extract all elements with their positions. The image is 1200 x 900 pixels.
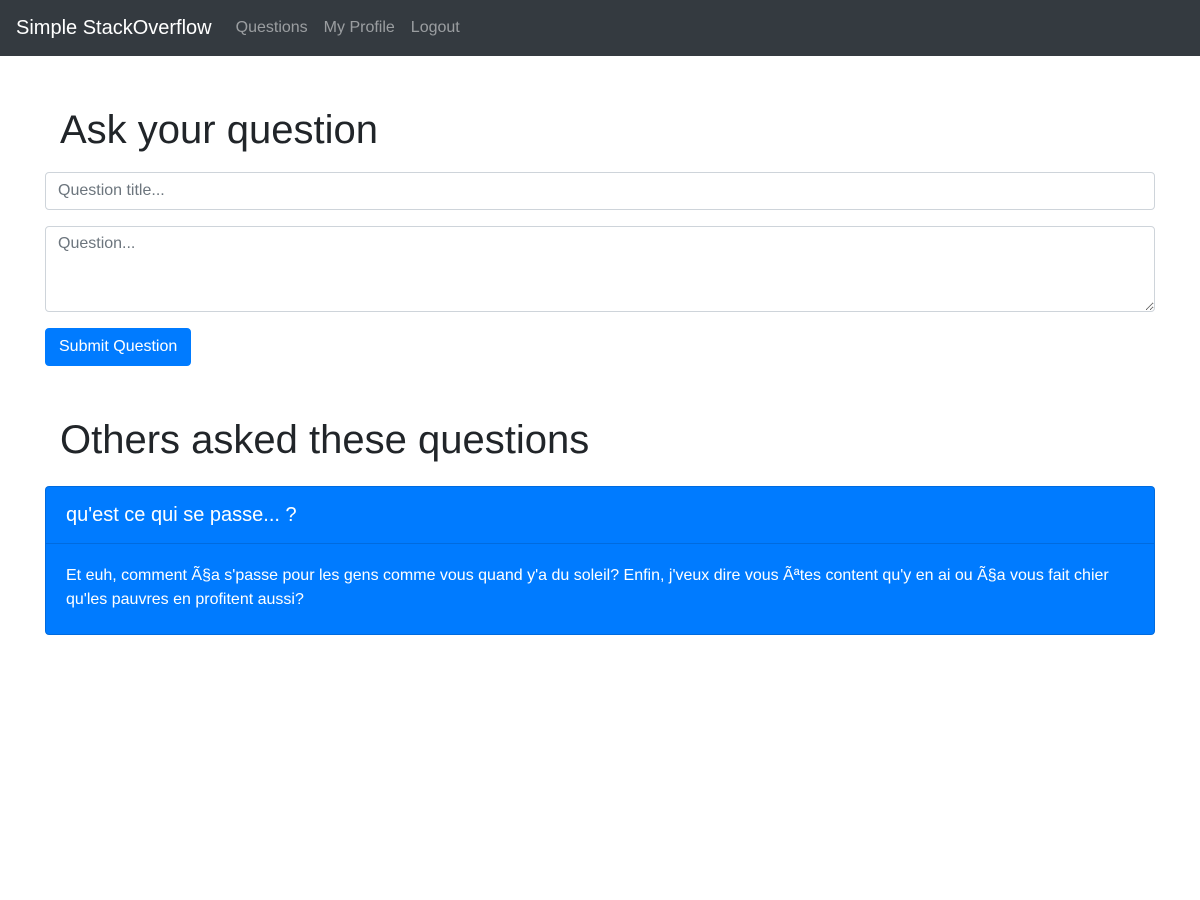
ask-question-form: Submit Question [45, 172, 1155, 366]
question-title-input[interactable] [45, 172, 1155, 210]
nav-links: Questions My Profile Logout [236, 19, 476, 37]
nav-link-questions[interactable]: Questions [236, 19, 308, 37]
question-card-title[interactable]: qu'est ce qui se passe... ? [46, 487, 1154, 544]
ask-question-heading: Ask your question [60, 108, 378, 152]
question-card: qu'est ce qui se passe... ? Et euh, comm… [45, 486, 1155, 635]
nav-link-my-profile[interactable]: My Profile [324, 19, 395, 37]
question-body-textarea[interactable] [45, 226, 1155, 312]
others-questions-heading: Others asked these questions [60, 418, 590, 462]
submit-question-button[interactable]: Submit Question [45, 328, 192, 366]
top-navbar: Simple StackOverflow Questions My Profil… [0, 0, 1200, 56]
brand-link[interactable]: Simple StackOverflow [16, 17, 212, 40]
main-content: Ask your question Submit Question Others… [0, 106, 1200, 635]
question-card-body: Et euh, comment Ã§a s'passe pour les gen… [66, 567, 1109, 608]
nav-link-logout[interactable]: Logout [411, 19, 460, 37]
